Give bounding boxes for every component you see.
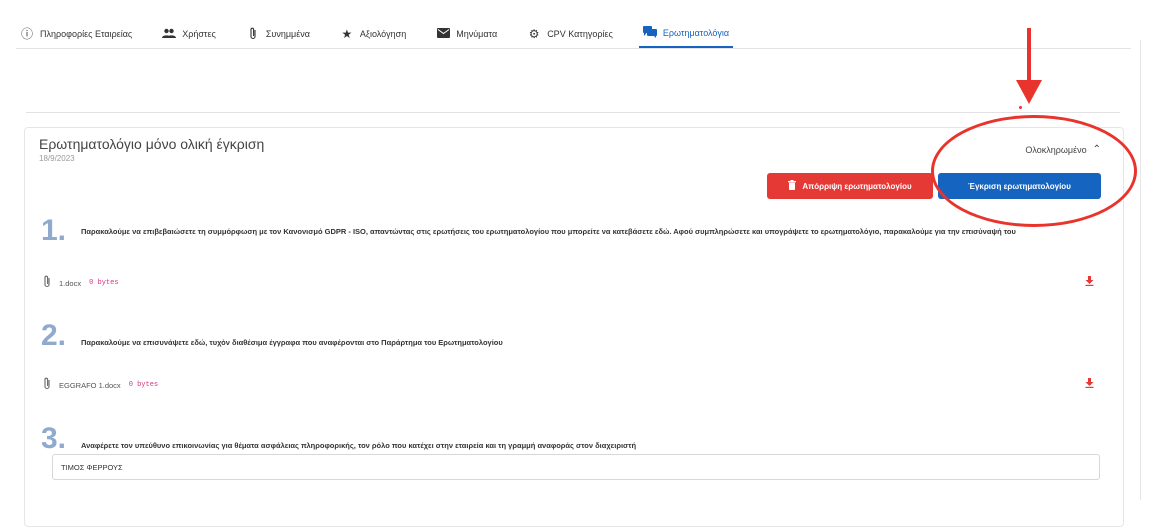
envelope-icon (436, 28, 450, 40)
tab-bar: ⓘ Πληροφορίες Εταιρείας Χρήστες Συνημμέν… (16, 20, 1131, 49)
question-number: 2. (41, 319, 67, 352)
question-text: Παρακαλούμε να επισυνάψετε εδώ, τυχόν δι… (81, 338, 503, 347)
tab-label: Μηνύματα (456, 29, 498, 39)
annotation-arrow-shaft (1027, 28, 1031, 84)
annotation-circle (931, 115, 1137, 227)
tab-questionnaires[interactable]: Ερωτηματολόγια (638, 20, 734, 48)
info-icon: ⓘ (20, 27, 33, 41)
trash-icon (788, 180, 797, 192)
tab-label: Συνημμένα (265, 29, 310, 39)
attachment-size: 0 bytes (128, 381, 159, 389)
question-text: Αναφέρετε τον υπεύθυνο επικοινωνίας για … (81, 441, 637, 450)
answer-field[interactable]: ΤΙΜΟΣ ΦΕΡΡΟΥΣ (52, 454, 1100, 480)
annotation-arrow-head (1016, 80, 1042, 104)
paperclip-icon (43, 275, 51, 291)
tab-label: CPV Κατηγορίες (547, 29, 613, 39)
tab-label: Πληροφορίες Εταιρείας (40, 29, 133, 39)
attachment-row: 1.docx 0 bytes (43, 275, 119, 291)
questionnaire-title: Ερωτηματολόγιο μόνο ολική έγκριση (39, 136, 265, 152)
answer-value: ΤΙΜΟΣ ΦΕΡΡΟΥΣ (61, 462, 123, 472)
download-icon[interactable] (1085, 276, 1094, 289)
download-icon[interactable] (1085, 378, 1094, 391)
tab-company-info[interactable]: ⓘ Πληροφορίες Εταιρείας (16, 20, 136, 48)
paperclip-icon (246, 27, 260, 42)
reject-questionnaire-button[interactable]: Απόρριψη ερωτηματολογίου (767, 173, 933, 199)
tab-users[interactable]: Χρήστες (158, 20, 220, 48)
question-text: Παρακαλούμε να επιβεβαιώσετε τη συμμόρφω… (81, 227, 1016, 236)
paperclip-icon (43, 377, 51, 393)
tab-attachments[interactable]: Συνημμένα (242, 20, 314, 48)
attachment-name[interactable]: 1.docx (59, 279, 81, 288)
reject-label: Απόρριψη ερωτηματολογίου (802, 181, 912, 191)
questionnaire-date: 18/9/2023 (39, 154, 75, 163)
tab-label: Χρήστες (182, 29, 216, 39)
question-number: 1. (41, 214, 67, 247)
star-icon: ★ (341, 27, 353, 41)
attachment-row: EGGRAFO 1.docx 0 bytes (43, 377, 158, 393)
tab-messages[interactable]: Μηνύματα (432, 20, 501, 48)
people-icon (162, 28, 177, 40)
page-divider-vertical (1140, 40, 1141, 500)
gear-icon: ⚙ (528, 27, 540, 41)
attachment-size: 0 bytes (89, 279, 119, 287)
tab-cpv-categories[interactable]: ⚙ CPV Κατηγορίες (523, 20, 617, 48)
tab-evaluation[interactable]: ★ Αξιολόγηση (336, 20, 410, 48)
section-divider (26, 112, 1120, 113)
annotation-dot (1019, 106, 1022, 109)
attachment-name[interactable]: EGGRAFO 1.docx (59, 381, 121, 390)
tab-label: Αξιολόγηση (359, 29, 407, 39)
question-number: 3. (41, 422, 67, 455)
tab-label: Ερωτηματολόγια (662, 28, 730, 38)
chat-icon (642, 26, 657, 40)
